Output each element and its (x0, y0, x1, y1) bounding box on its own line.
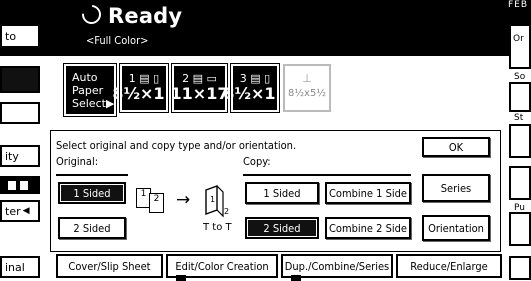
orientation-button[interactable]: Orientation (422, 215, 490, 241)
status-header (0, 0, 531, 56)
density-block (8, 180, 16, 190)
diagram-caption: T to T (203, 222, 232, 233)
tab-active-marker (291, 275, 301, 281)
original-2-sided-button[interactable]: 2 Sided (58, 217, 126, 239)
duplex-front-number: 1 (210, 195, 215, 204)
bypass-tray-button[interactable]: ⊥ 8½x5½ (283, 64, 331, 112)
original-1-sided-button[interactable]: 1 Sided (58, 182, 126, 204)
corner-label: FEB (508, 0, 529, 10)
copy-label: Copy: (243, 155, 271, 168)
right-label-st: St (514, 113, 524, 123)
right-button-stack[interactable] (509, 124, 531, 158)
left-button-top[interactable]: to (0, 24, 40, 48)
tab-cover-slip-sheet[interactable]: Cover/Slip Sheet (56, 254, 163, 278)
original-page-2: 2 (149, 193, 164, 213)
tray-2-button[interactable]: 2 ▤ ▭ 11×17 (171, 63, 228, 113)
copy-combine-2-side-button[interactable]: Combine 2 Side (325, 217, 411, 239)
right-button-sort[interactable] (509, 82, 531, 112)
left-button-quality[interactable]: ity (0, 145, 40, 167)
density-indicator (0, 176, 40, 194)
tray-1-button[interactable]: 1 ▤ ▯ 8½×11 (112, 63, 176, 113)
ready-icon (78, 1, 105, 28)
series-button[interactable]: Series (422, 174, 490, 202)
copy-underline (243, 174, 411, 176)
arrow-right-icon: ◀ (22, 206, 30, 216)
tab-active-marker (176, 275, 186, 281)
left-button-original[interactable]: inal (0, 256, 40, 278)
duplex-result-icon: 1 2 (203, 184, 231, 220)
original-underline (56, 174, 128, 176)
arrow-right-icon: → (176, 190, 191, 210)
left-button-2[interactable] (0, 66, 40, 93)
ready-status: Ready (78, 1, 182, 28)
bypass-tray-icon: ⊥ (302, 72, 312, 85)
left-button-3[interactable] (0, 102, 40, 124)
original-label: Original: (56, 155, 99, 168)
copy-1-sided-button[interactable]: 1 Sided (245, 182, 319, 204)
duplex-back-number: 2 (224, 207, 229, 216)
ok-button[interactable]: OK (422, 137, 490, 157)
right-label-so: So (514, 72, 526, 82)
right-button-punch[interactable] (509, 212, 531, 246)
color-mode-label: <Full Color> (86, 34, 149, 47)
tab-reduce-enlarge[interactable]: Reduce/Enlarge (396, 254, 502, 278)
left-button-lighter[interactable]: ter ◀ (0, 200, 40, 222)
right-button-staple[interactable] (509, 166, 531, 200)
copy-2-sided-button[interactable]: 2 Sided (245, 217, 319, 239)
tray-3-button[interactable]: 3 ▤ ▯ 8½×11 (223, 63, 287, 113)
right-button-bottom[interactable] (509, 256, 531, 280)
density-block (20, 180, 28, 190)
panel-instruction: Select original and copy type and/or ori… (56, 139, 297, 152)
auto-paper-select-button[interactable]: Auto Paper Select▶ (63, 63, 117, 117)
copy-combine-1-side-button[interactable]: Combine 1 Side (325, 182, 411, 204)
right-button-top[interactable]: Or (509, 24, 531, 69)
